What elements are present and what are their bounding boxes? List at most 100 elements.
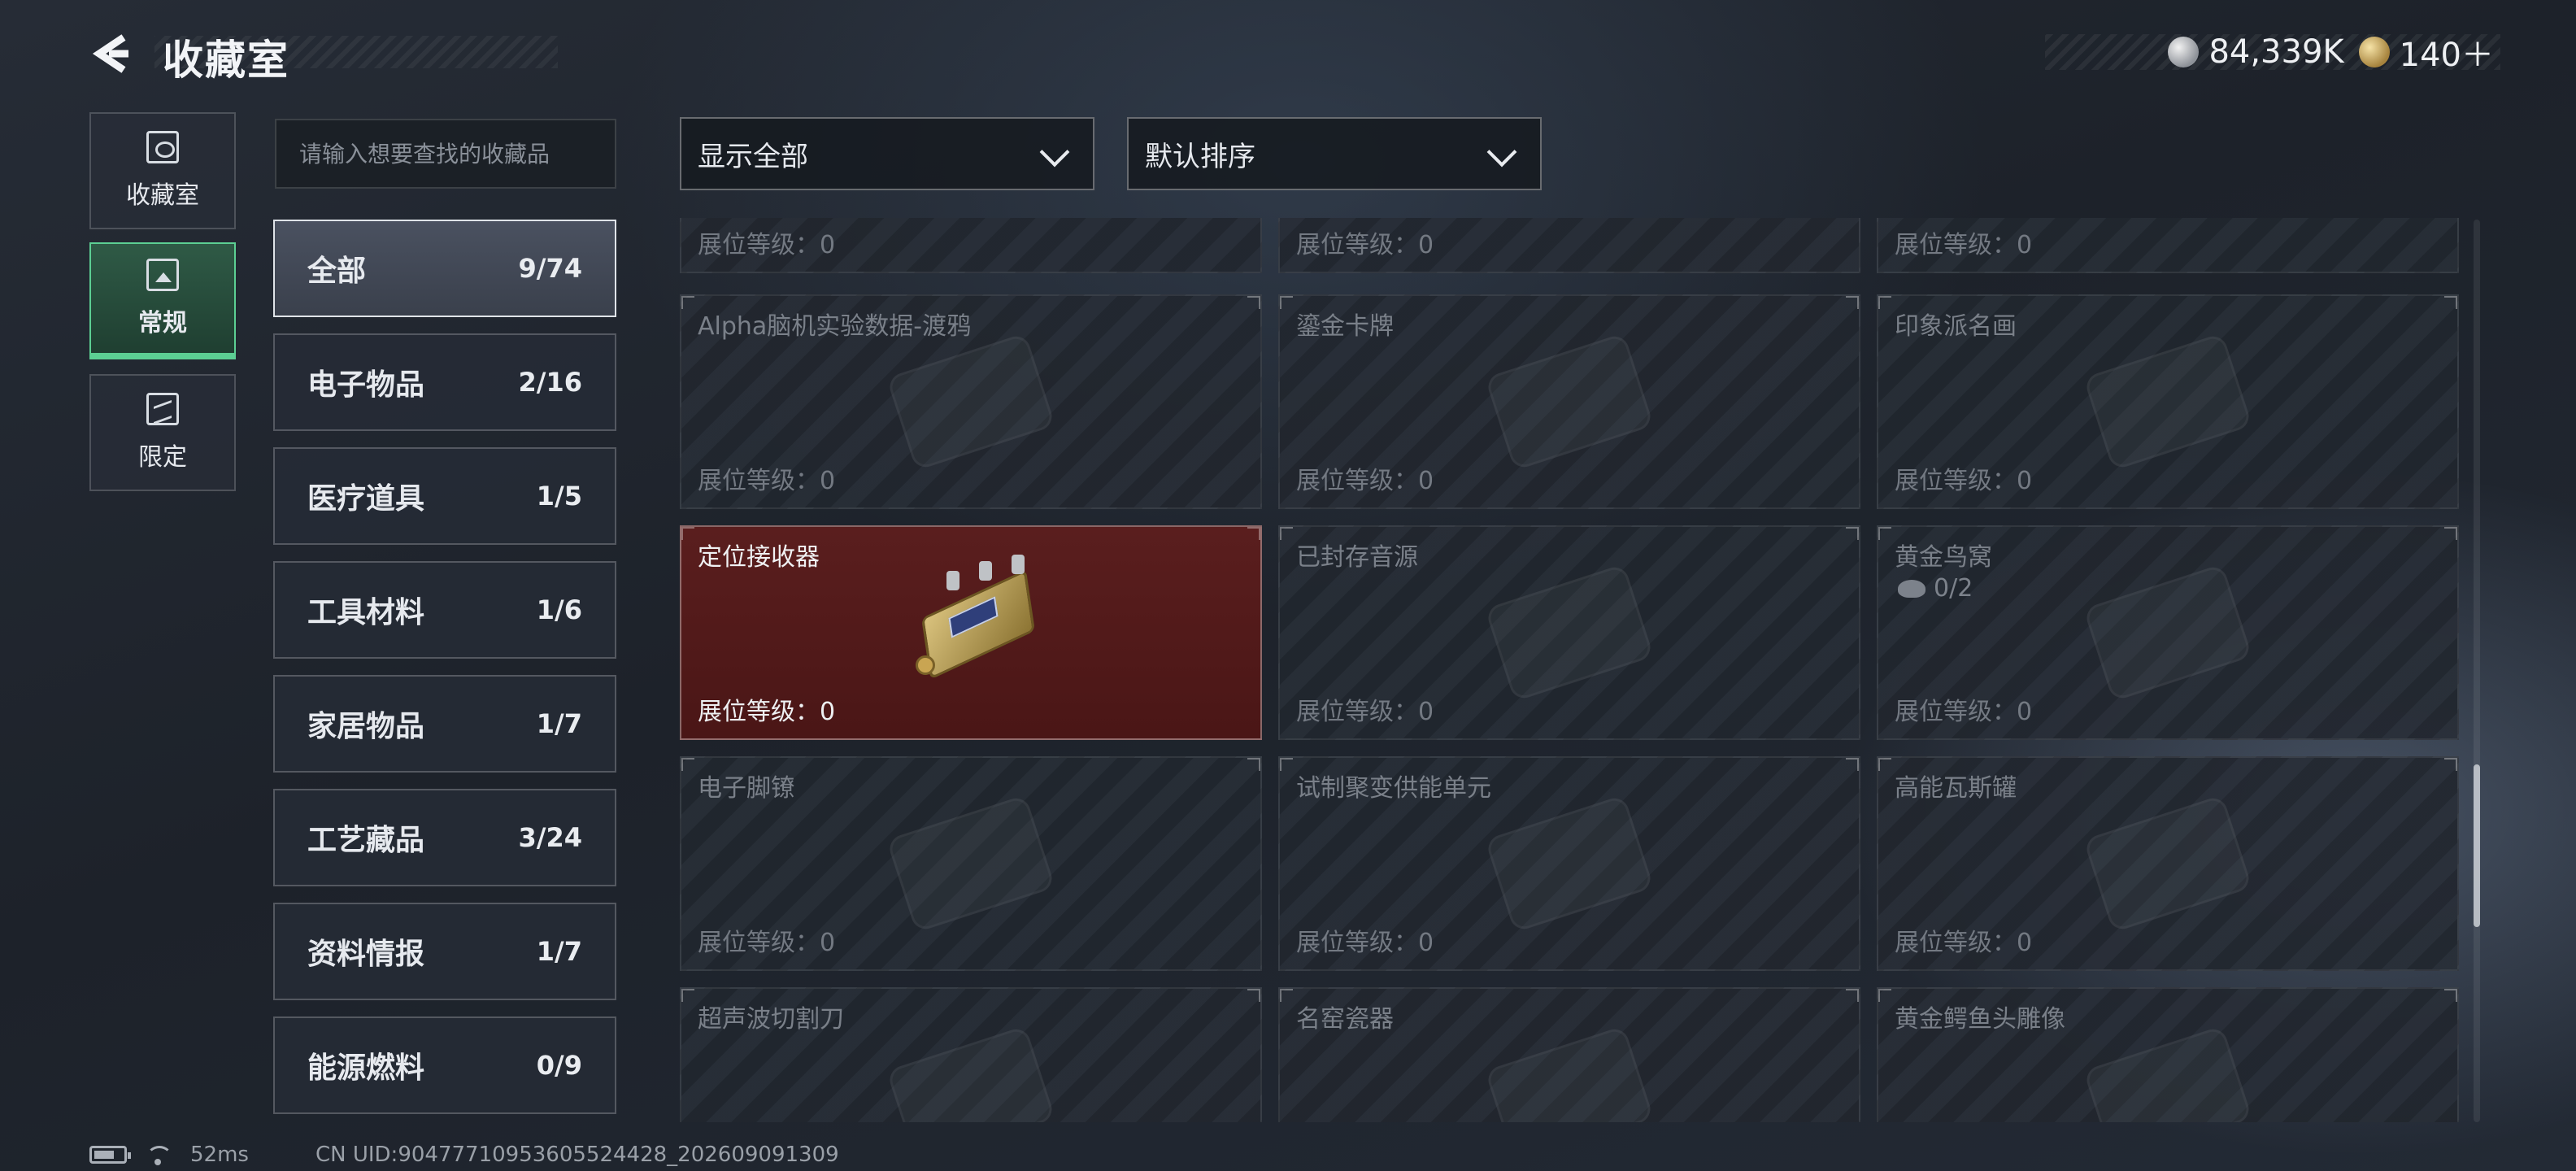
gold-coin-icon [2358,37,2390,67]
card-name: 定位接收器 [698,543,820,572]
collectible-card[interactable]: 展位等级：0 [1278,218,1860,273]
card-name: 黄金鳄鱼头雕像 [1895,1005,2065,1034]
item-silhouette [886,1025,1056,1122]
sort-dropdown[interactable]: 默认排序 [1127,117,1542,190]
currency-silver[interactable]: 84,339K [2168,33,2344,71]
collectible-card[interactable]: 展位等级：0 [1877,218,2459,273]
uid-text: CN UID:90477710953605524428_202609091309 [315,1143,839,1167]
category-label: 工艺藏品 [307,824,425,857]
back-button[interactable] [88,29,137,78]
card-name: 超声波切割刀 [698,1005,844,1034]
back-arrow-icon [92,34,128,73]
category-count: 3/24 [518,822,582,853]
card-level: 展位等级：0 [698,467,836,495]
category-medical[interactable]: 医疗道具 1/5 [273,447,616,545]
search-input[interactable] [275,119,616,189]
category-label: 电子物品 [307,368,425,402]
card-name: 名窑瓷器 [1296,1005,1394,1034]
card-name: 鎏金卡牌 [1296,312,1394,341]
category-count: 1/7 [536,708,582,739]
category-intel[interactable]: 资料情报 1/7 [273,903,616,1000]
collectible-card[interactable]: Alpha脑机实验数据-渡鸦 展位等级：0 [680,294,1262,509]
collectible-card[interactable]: 电子脚镣 展位等级：0 [680,756,1262,971]
nest-icon [1898,579,1925,598]
category-label: 工具材料 [307,596,425,629]
collectible-card[interactable]: 黄金鸟窝 0/2 展位等级：0 [1877,525,2459,740]
nav-tab-label: 收藏室 [126,181,199,210]
display-filter-value: 显示全部 [698,140,808,173]
sort-value: 默认排序 [1145,140,1255,173]
status-bar: 52ms CN UID:90477710953605524428_2026090… [89,1143,839,1167]
ping-value: 52ms [190,1143,249,1167]
item-silhouette [1484,794,1655,933]
collectibles-grid[interactable]: 展位等级：0 展位等级：0 展位等级：0 Alpha脑机实验数据-渡鸦 展位等级… [680,218,2461,1122]
card-level: 展位等级：0 [698,231,836,259]
chevron-down-icon [1488,140,1516,168]
chevron-down-icon [1041,140,1068,168]
scrollbar-thumb[interactable] [2474,764,2480,927]
category-label: 资料情报 [307,938,425,971]
limited-icon [146,393,179,425]
category-all[interactable]: 全部 9/74 [273,220,616,317]
card-name: 电子脚镣 [698,774,795,803]
currency-gold[interactable]: 140＋ [2358,28,2494,76]
card-level: 展位等级：0 [1895,929,2033,957]
category-home[interactable]: 家居物品 1/7 [273,675,616,773]
item-silhouette [2082,333,2253,471]
collectible-card[interactable]: 名窑瓷器 [1278,987,1860,1122]
category-label: 家居物品 [307,710,425,743]
nav-tab-limited[interactable]: 限定 [89,374,236,491]
collectible-card[interactable]: 鎏金卡牌 展位等级：0 [1278,294,1860,509]
category-energy[interactable]: 能源燃料 0/9 [273,1016,616,1114]
wifi-icon [145,1144,172,1165]
card-name: 黄金鸟窝 [1895,543,1992,572]
collectible-card[interactable]: 试制聚变供能单元 展位等级：0 [1278,756,1860,971]
collectible-card-owned[interactable]: 定位接收器 展位等级：0 [680,525,1262,740]
currency-silver-value: 84,339K [2208,33,2344,71]
category-count: 1/5 [536,481,582,511]
item-silhouette [2082,1025,2253,1122]
collectible-card[interactable]: 展位等级：0 [680,218,1262,273]
card-level: 展位等级：0 [1296,929,1434,957]
category-tools[interactable]: 工具材料 1/6 [273,561,616,659]
positioning-receiver-image [901,555,1055,698]
category-label: 能源燃料 [307,1051,425,1085]
page-title: 收藏室 [163,37,289,84]
card-level: 展位等级：0 [698,929,836,957]
category-crafts[interactable]: 工艺藏品 3/24 [273,789,616,886]
item-silhouette [886,794,1056,933]
card-name: Alpha脑机实验数据-渡鸦 [698,312,972,341]
collectible-card[interactable]: 超声波切割刀 [680,987,1262,1122]
item-silhouette [1484,1025,1655,1122]
battery-icon [89,1146,131,1164]
card-level: 展位等级：0 [1296,698,1434,726]
item-silhouette [1484,564,1655,702]
nav-tab-label: 常规 [138,309,187,337]
nav-tab-collection-room[interactable]: 收藏室 [89,112,236,229]
category-count: 1/7 [536,936,582,967]
category-label: 医疗道具 [307,482,425,516]
display-filter-dropdown[interactable]: 显示全部 [680,117,1094,190]
nav-tab-regular[interactable]: 常规 [89,242,236,359]
collectible-card[interactable]: 高能瓦斯罐 展位等级：0 [1877,756,2459,971]
card-level: 展位等级：0 [698,698,836,726]
grid-scrollbar[interactable] [2474,220,2480,1122]
category-count: 9/74 [518,253,582,284]
item-silhouette [2082,794,2253,933]
collection-room-icon [146,131,179,163]
item-silhouette [1484,333,1655,471]
card-name: 试制聚变供能单元 [1296,774,1491,803]
item-silhouette [2082,564,2253,702]
card-level: 展位等级：0 [1296,467,1434,495]
currency-gold-value: 140＋ [2399,37,2494,74]
card-level: 展位等级：0 [1296,231,1434,259]
card-name: 已封存音源 [1296,543,1418,572]
category-electronics[interactable]: 电子物品 2/16 [273,333,616,431]
card-progress: 0/2 [1898,574,1973,603]
currency-bar: 84,339K 140＋ [2045,33,2500,74]
collectible-card[interactable]: 黄金鳄鱼头雕像 [1877,987,2459,1122]
collectible-card[interactable]: 已封存音源 展位等级：0 [1278,525,1860,740]
regular-icon [146,259,179,291]
collectible-card[interactable]: 印象派名画 展位等级：0 [1877,294,2459,509]
silver-coin-icon [2168,37,2200,67]
